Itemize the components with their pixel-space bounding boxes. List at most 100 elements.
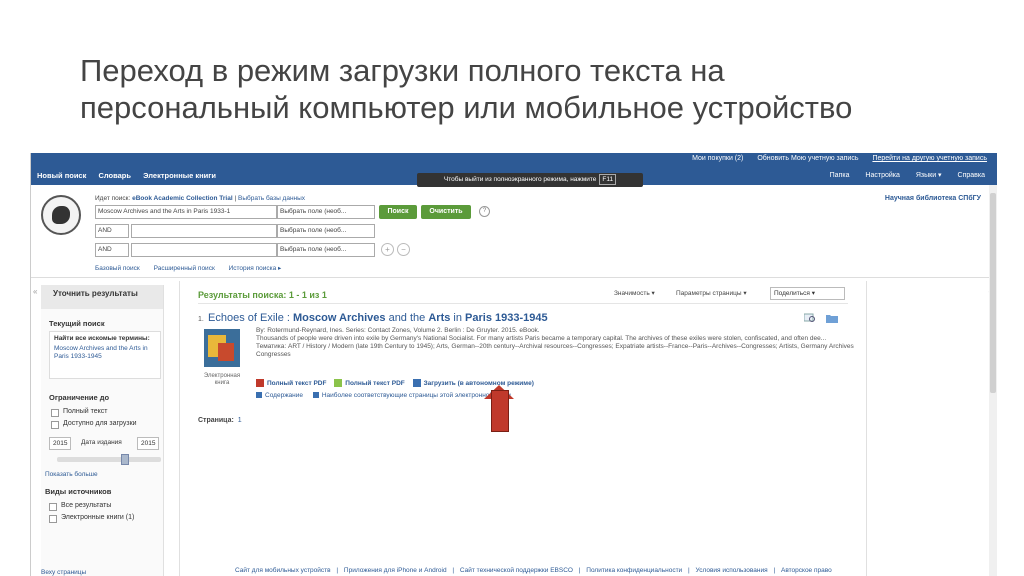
switch-account-link[interactable]: Перейти на другую учетную запись bbox=[872, 155, 987, 162]
slide-title-line1: Переход в режим загрузки полного текста … bbox=[80, 53, 725, 88]
nav-dictionary[interactable]: Словарь bbox=[98, 171, 131, 180]
main-nav: Новый поиск Словарь Электронные книги bbox=[37, 171, 226, 180]
page-options[interactable]: Параметры страницы ▾ bbox=[676, 289, 747, 297]
field-select-2[interactable]: Выбрать поле (необ... bbox=[277, 224, 375, 238]
pdf-link-2[interactable]: Полный текст PDF bbox=[345, 380, 404, 387]
page-1-link[interactable]: 1 bbox=[238, 417, 242, 424]
footer-sep: | bbox=[688, 567, 690, 574]
bool-select-2[interactable]: AND bbox=[95, 243, 129, 257]
fulltext-checkbox[interactable] bbox=[51, 409, 59, 417]
update-account-link[interactable]: Обновить Мою учетную запись bbox=[757, 155, 858, 162]
footer-sep: | bbox=[578, 567, 581, 574]
advanced-search-link[interactable]: Расширенный поиск bbox=[154, 265, 215, 272]
my-purchases-link[interactable]: Мои покупки (2) bbox=[692, 155, 743, 162]
show-more-link[interactable]: Показать больше bbox=[45, 471, 98, 478]
results-header: Результаты поиска: 1 - 1 из 1 bbox=[198, 290, 327, 300]
year-slider-track[interactable] bbox=[57, 457, 161, 462]
contents-expand-icon bbox=[256, 392, 262, 399]
add-to-folder-icon[interactable] bbox=[826, 313, 838, 323]
remove-row-icon[interactable]: − bbox=[397, 243, 410, 256]
pdf-green-icon bbox=[334, 379, 343, 387]
extra-links: Содержание Наиболее соответствующие стра… bbox=[256, 392, 519, 399]
footer-sep: | bbox=[336, 567, 339, 574]
title-part[interactable]: and the bbox=[386, 312, 429, 324]
collapse-left-icon[interactable]: « bbox=[33, 287, 37, 296]
vertical-scrollbar[interactable] bbox=[989, 185, 997, 576]
limit-to-label[interactable]: Ограничение до bbox=[49, 393, 109, 402]
book-cover[interactable] bbox=[204, 329, 240, 367]
nav-languages[interactable]: Языки ▾ bbox=[916, 172, 942, 179]
f11-key: F11 bbox=[599, 174, 617, 185]
search-mode-links: Базовый поиск Расширенный поиск История … bbox=[95, 264, 293, 272]
current-search-label[interactable]: Текущий поиск bbox=[49, 319, 105, 328]
add-row-icon[interactable]: + bbox=[381, 243, 394, 256]
refine-sidebar: Уточнить результаты Текущий поиск Найти … bbox=[41, 285, 164, 576]
pdf-link-1[interactable]: Полный текст PDF bbox=[267, 380, 326, 387]
footer-terms-link[interactable]: Условия использования bbox=[696, 567, 768, 574]
nav-help[interactable]: Справка bbox=[958, 172, 985, 179]
nav-new-search[interactable]: Новый поиск bbox=[37, 171, 86, 180]
footer-top-link[interactable]: Веху страницы bbox=[41, 569, 86, 576]
search-row-3: AND Выбрать поле (необ... + − bbox=[95, 243, 515, 257]
fullscreen-message: Чтобы выйти из полноэкранного режима, на… bbox=[417, 173, 643, 187]
relevant-pages-link[interactable]: Наиболее соответствующие страницы этой э… bbox=[322, 392, 511, 399]
title-part[interactable]: Paris 1933-1945 bbox=[465, 312, 548, 324]
field-select-1[interactable]: Выбрать поле (необ... bbox=[277, 205, 375, 219]
search-input-3[interactable] bbox=[131, 243, 277, 257]
footer-apps-link[interactable]: Приложения для iPhone и Android bbox=[344, 567, 447, 574]
search-row-1: Moscow Archives and the Arts in Paris 19… bbox=[95, 205, 515, 219]
result-number: 1. bbox=[198, 316, 204, 323]
choose-databases-link[interactable]: Выбрать базы данных bbox=[238, 195, 305, 202]
footer-links: Веху страницы Сайт для мобильных устройс… bbox=[31, 567, 997, 576]
nav-ebooks[interactable]: Электронные книги bbox=[143, 171, 216, 180]
nav-preferences[interactable]: Настройка bbox=[865, 172, 899, 179]
found-terms-label: Найти все искомые термины: bbox=[54, 335, 150, 342]
bool-select-1[interactable]: AND bbox=[95, 224, 129, 238]
database-name: eBook Academic Collection Trial bbox=[132, 195, 233, 202]
title-part[interactable]: in bbox=[450, 312, 465, 324]
year-from-input[interactable]: 2015 bbox=[49, 437, 72, 450]
slide-title-line2: персональный компьютер или мобильное уст… bbox=[80, 90, 853, 125]
library-logo bbox=[41, 195, 81, 235]
found-terms-value[interactable]: Moscow Archives and the Arts in Paris 19… bbox=[54, 345, 156, 361]
all-results-label: Все результаты bbox=[61, 502, 112, 509]
result-title[interactable]: Echoes of Exile : Moscow Archives and th… bbox=[208, 312, 548, 324]
footer-copyright-link[interactable]: Авторское право bbox=[781, 567, 832, 574]
pdf-icon bbox=[256, 379, 264, 387]
year-slider-thumb[interactable] bbox=[121, 454, 129, 465]
share-button[interactable]: Поделиться ▾ bbox=[770, 287, 845, 300]
download-offline-link[interactable]: Загрузить (в автономном режиме) bbox=[424, 380, 534, 387]
all-results-checkbox[interactable] bbox=[49, 503, 57, 511]
clear-button[interactable]: Очистить bbox=[421, 205, 471, 219]
title-part[interactable]: Echoes of Exile : bbox=[208, 312, 293, 324]
footer-privacy-link[interactable]: Политика конфиденциальности bbox=[586, 567, 682, 574]
ebsco-screenshot: Мои покупки (2) Обновить Мою учетную зап… bbox=[30, 153, 997, 576]
title-part[interactable]: Arts bbox=[428, 312, 450, 324]
download-icon bbox=[412, 379, 421, 387]
pages-label: Страница: bbox=[198, 417, 234, 424]
footer-mobile-link[interactable]: Сайт для мобильных устройств bbox=[235, 567, 331, 574]
help-icon[interactable]: ? bbox=[479, 206, 490, 217]
downloadable-label: Доступно для загрузки bbox=[63, 420, 137, 427]
field-select-3[interactable]: Выбрать поле (необ... bbox=[277, 243, 375, 257]
year-to-input[interactable]: 2015 bbox=[137, 437, 160, 450]
result-metadata: By: Rotermund-Reynard, Ines. Series: Con… bbox=[256, 327, 856, 359]
title-part[interactable]: Moscow Archives bbox=[293, 312, 386, 324]
nav-folder[interactable]: Папка bbox=[830, 172, 850, 179]
contents-link[interactable]: Содержание bbox=[265, 392, 303, 399]
search-button[interactable]: Поиск bbox=[379, 205, 417, 219]
ebooks-checkbox[interactable] bbox=[49, 515, 57, 523]
search-input-1[interactable]: Moscow Archives and the Arts in Paris 19… bbox=[95, 205, 277, 219]
fulltext-label: Полный текст bbox=[63, 408, 108, 415]
search-history-link[interactable]: История поиска ▸ bbox=[229, 265, 282, 272]
basic-search-link[interactable]: Базовый поиск bbox=[95, 265, 140, 272]
downloadable-checkbox[interactable] bbox=[51, 421, 59, 429]
footer-support-link[interactable]: Сайт технической поддержки EBSCO bbox=[460, 567, 573, 574]
relevance-sort[interactable]: Значимость ▾ bbox=[614, 289, 655, 297]
ebooks-label: Электронные книги (1) bbox=[61, 514, 135, 521]
search-input-2[interactable] bbox=[131, 224, 277, 238]
preview-magnifier-icon[interactable] bbox=[804, 313, 816, 323]
refine-header: Уточнить результаты bbox=[41, 285, 163, 309]
source-types-label[interactable]: Виды источников bbox=[45, 487, 111, 496]
pagination: Страница: 1 bbox=[198, 417, 242, 424]
